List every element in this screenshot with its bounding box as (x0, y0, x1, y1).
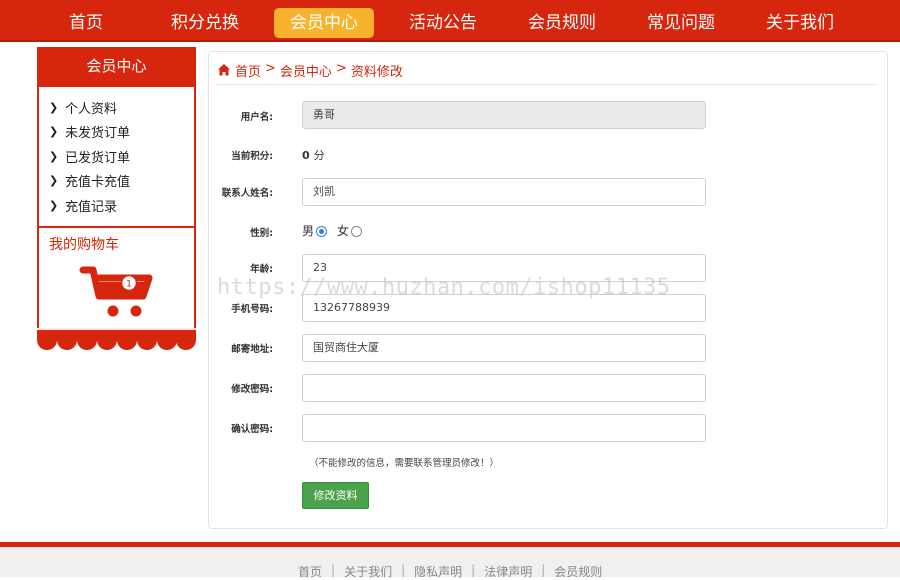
chevron-right-icon: ❯ (49, 174, 59, 188)
form-note: （不能修改的信息，需要联系管理员修改！） (309, 458, 500, 469)
footer-separator: | (541, 563, 546, 577)
footer-link-home[interactable]: 首页 (298, 563, 322, 580)
breadcrumb-current: 资料修改 (350, 65, 403, 80)
footer-link-about-us[interactable]: 关于我们 (344, 563, 392, 580)
confirm-password-input[interactable] (302, 414, 706, 442)
nav-item-points-exchange[interactable]: 积分兑换 (162, 8, 248, 38)
points-label: 当前积分: (231, 151, 273, 162)
password-input[interactable] (302, 374, 706, 402)
points-value: 0分 (302, 147, 325, 163)
sidebar-item-label: 已发货订单 (65, 150, 131, 166)
sidebar-scalloped-bottom (37, 327, 196, 354)
chevron-right-icon: ❯ (49, 100, 59, 114)
age-input[interactable]: 23 (302, 254, 706, 282)
breadcrumb-member-center[interactable]: 会员中心 (280, 61, 332, 80)
sidebar-title: 会员中心 (37, 47, 196, 87)
username-field: 勇哥 (302, 101, 706, 129)
gender-male-label: 男 (302, 224, 315, 238)
sidebar-item-label: 未发货订单 (65, 126, 131, 142)
breadcrumb-separator: > (335, 61, 347, 76)
shopping-cart-icon: 1 (79, 266, 153, 316)
breadcrumb-separator: > (265, 61, 276, 76)
footer-link-member-rules[interactable]: 会员规则 (554, 563, 602, 580)
home-icon (218, 64, 230, 76)
points-number: 0 (302, 149, 310, 162)
shopping-cart-link[interactable]: 1 (39, 254, 194, 328)
footer-separator: | (471, 563, 476, 577)
phone-input[interactable]: 13267788939 (302, 294, 706, 322)
breadcrumb: 首页 > 会员中心 > 资料修改 (217, 61, 877, 85)
sidebar-item-label: 充值卡充值 (65, 175, 131, 191)
submit-button[interactable]: 修改资料 (302, 482, 369, 509)
footer-separator: | (331, 563, 336, 577)
footer-links: 首页 | 关于我们 | 隐私声明 | 法律声明 | 会员规则 (298, 563, 602, 580)
address-input[interactable]: 国贸商住大厦 (302, 334, 706, 362)
age-label: 年龄: (250, 264, 273, 275)
nav-item-about-us[interactable]: 关于我们 (757, 8, 843, 38)
chevron-right-icon: ❯ (49, 149, 59, 163)
sidebar-item-label: 充值记录 (65, 199, 118, 215)
sidebar-item-card-recharge[interactable]: ❯ 充值卡充值 (49, 169, 194, 194)
footer-link-legal[interactable]: 法律声明 (484, 563, 532, 580)
breadcrumb-home[interactable]: 首页 (235, 61, 261, 80)
nav-item-announcements[interactable]: 活动公告 (400, 8, 486, 38)
sidebar: 会员中心 ❯ 个人资料 ❯ 未发货订单 ❯ 已发货订单 ❯ 充值卡充值 ❯ 充值… (37, 47, 196, 354)
top-navigation: 首页 积分兑换 会员中心 活动公告 会员规则 常见问题 关于我们 (0, 0, 900, 42)
sidebar-item-recharge-history[interactable]: ❯ 充值记录 (49, 193, 194, 218)
nav-item-home[interactable]: 首页 (52, 8, 120, 38)
sidebar-body: ❯ 个人资料 ❯ 未发货订单 ❯ 已发货订单 ❯ 充值卡充值 ❯ 充值记录 我的… (37, 87, 196, 328)
footer-separator: | (401, 563, 406, 577)
gender-radio-group: 男 女 (302, 222, 372, 239)
gender-label: 性别: (250, 228, 273, 239)
phone-label: 手机号码: (231, 304, 273, 315)
chevron-right-icon: ❯ (49, 125, 59, 139)
username-label: 用户名: (240, 112, 273, 123)
sidebar-item-unshipped-orders[interactable]: ❯ 未发货订单 (49, 120, 194, 145)
sidebar-item-shipped-orders[interactable]: ❯ 已发货订单 (49, 144, 194, 169)
nav-item-member-center[interactable]: 会员中心 (274, 8, 374, 38)
footer-link-privacy[interactable]: 隐私声明 (414, 563, 462, 580)
address-label: 邮寄地址: (231, 344, 273, 355)
cart-title[interactable]: 我的购物车 (39, 228, 194, 254)
gender-female-label: 女 (337, 224, 350, 238)
sidebar-item-label: 个人资料 (65, 101, 118, 117)
confirm-password-label: 确认密码: (231, 424, 273, 435)
contact-name-input[interactable]: 刘凯 (302, 178, 706, 206)
points-unit: 分 (313, 149, 325, 162)
cart-count-badge: 1 (126, 279, 132, 289)
contact-name-label: 联系人姓名: (221, 188, 273, 199)
footer: 首页 | 关于我们 | 隐私声明 | 法律声明 | 会员规则 (0, 547, 900, 580)
sidebar-item-profile[interactable]: ❯ 个人资料 (49, 95, 194, 120)
profile-edit-panel: 首页 > 会员中心 > 资料修改 用户名: 勇哥 当前积分: 0分 联系人姓名:… (208, 51, 888, 529)
gender-male-radio[interactable] (316, 226, 328, 237)
chevron-right-icon: ❯ (49, 198, 59, 212)
password-label: 修改密码: (231, 384, 273, 395)
sidebar-menu: ❯ 个人资料 ❯ 未发货订单 ❯ 已发货订单 ❯ 充值卡充值 ❯ 充值记录 (39, 87, 194, 228)
gender-female-radio[interactable] (351, 226, 363, 237)
nav-item-member-rules[interactable]: 会员规则 (519, 8, 605, 38)
nav-item-faq[interactable]: 常见问题 (638, 8, 724, 38)
